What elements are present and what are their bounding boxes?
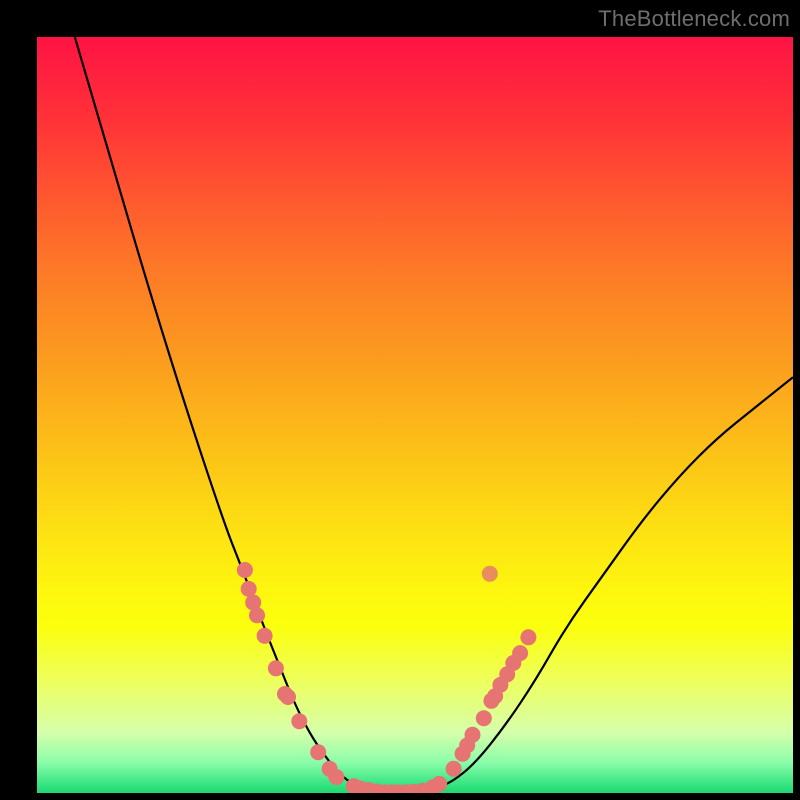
data-point [520,629,536,645]
data-point [431,776,447,792]
data-point [257,628,273,644]
data-point [280,689,296,705]
bottleneck-curve-path [75,37,793,793]
data-point [482,566,498,582]
data-point [476,710,492,726]
data-point [446,761,462,777]
data-point [249,607,265,623]
data-point [310,744,326,760]
data-points-group [237,562,537,793]
data-point [465,727,481,743]
chart-area [37,37,793,793]
data-point [237,562,253,578]
data-point [268,660,284,676]
chart-svg [37,37,793,793]
app-frame: TheBottleneck.com [0,0,800,800]
data-point [512,645,528,661]
data-point [241,581,257,597]
data-point [291,713,307,729]
watermark-label: TheBottleneck.com [598,6,790,32]
data-point [328,769,344,785]
